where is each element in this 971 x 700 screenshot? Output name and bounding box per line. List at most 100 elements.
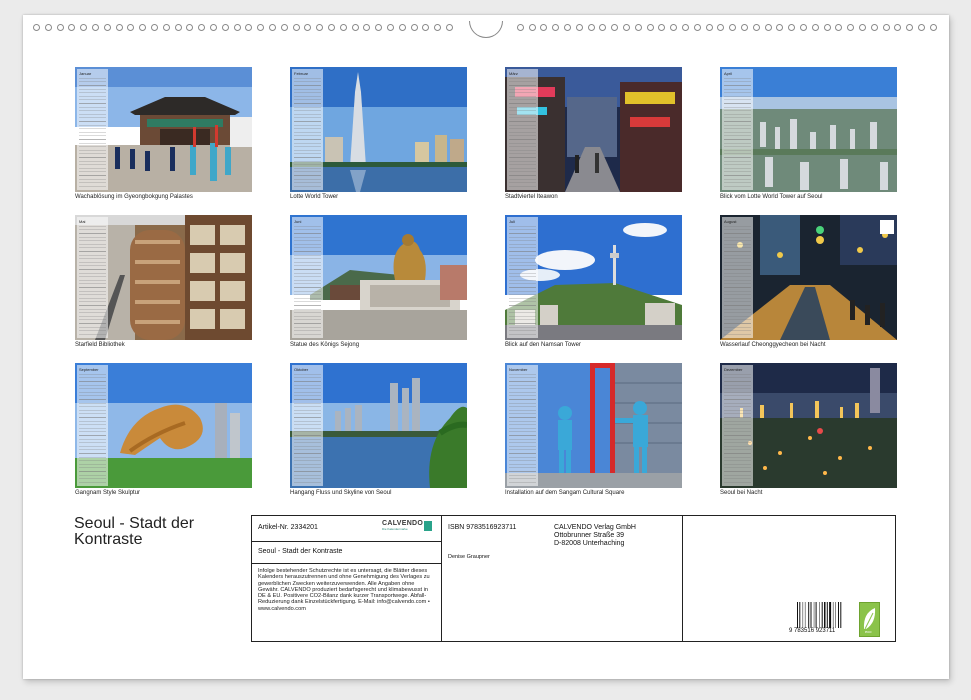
photo-caption: Installation auf dem Sangam Cultural Squ…	[505, 490, 625, 496]
month-name: März	[509, 71, 518, 76]
month-name: Februar	[294, 71, 309, 76]
month-tile-october: Oktober Hangang Fluss und Skyline von Se…	[290, 363, 467, 496]
month-photo: November	[505, 363, 682, 488]
calendar-grid: April	[722, 69, 753, 190]
binding-ring	[811, 24, 819, 31]
binding-ring	[587, 24, 595, 31]
photo-caption: Wasserlauf Cheonggyecheon bei Nacht	[720, 342, 826, 348]
month-tile-january: Januar Wachablösung im Gyeongbokgung Pal…	[75, 67, 252, 200]
binding-ring	[162, 24, 170, 31]
binding-ring	[245, 24, 253, 31]
binding-ring	[552, 24, 560, 31]
binding-ring	[186, 24, 194, 31]
calendar-grid: November	[507, 365, 538, 486]
binding-ring	[446, 24, 453, 31]
calendar-grid: Dezember	[722, 365, 753, 486]
month-photo: Juli	[505, 215, 682, 340]
binding-ring	[328, 24, 335, 31]
binding-ring	[56, 24, 64, 31]
month-name: Dezember	[724, 367, 743, 372]
barcode-bar	[813, 602, 815, 628]
month-tile-december: Dezember Seoul bei Nacht	[720, 363, 897, 496]
month-name: August	[724, 219, 737, 224]
binding-ring	[351, 24, 359, 31]
calendar-grid: Juli	[507, 217, 538, 338]
binding-ring	[221, 24, 229, 31]
barcode-bar	[832, 602, 834, 628]
article-number: Artikel-Nr. 2334201	[258, 524, 318, 531]
month-photo: April	[720, 67, 897, 192]
binding-ring	[705, 24, 713, 31]
barcode-bar	[799, 602, 801, 628]
binding-ring	[139, 24, 147, 31]
binding-ring	[292, 24, 300, 31]
binding-ring	[174, 24, 182, 31]
binding-ring	[859, 24, 866, 31]
binding-ring	[269, 24, 276, 31]
binding-ring	[764, 24, 772, 31]
calendar-back-page: Januar Wachablösung im Gyeongbokgung Pal…	[23, 15, 949, 679]
binding-ring	[800, 24, 807, 31]
binding-ring	[776, 24, 784, 31]
binding-ring	[516, 24, 524, 31]
binding-ring	[882, 24, 890, 31]
barcode-bar	[815, 602, 817, 628]
month-photo: Juni	[290, 215, 467, 340]
binding-ring	[564, 24, 571, 31]
binding-ring	[422, 24, 430, 31]
binding-ring	[575, 24, 583, 31]
binding-ring	[316, 24, 324, 31]
month-name: Mai	[79, 219, 86, 224]
binding-ring	[729, 24, 737, 31]
publisher-info-box: Artikel-Nr. 2334201 CALVENDO Die Kalende…	[251, 515, 896, 642]
binding-ring	[788, 24, 796, 31]
binding-ring	[304, 24, 312, 31]
month-photo: Dezember	[720, 363, 897, 488]
isbn: ISBN 9783516923711	[448, 524, 517, 531]
binding-ring	[823, 24, 831, 31]
photo-caption: Wachablösung im Gyeongbokgung Palastes	[75, 194, 193, 200]
month-tile-february: Februar Lotte World Tower	[290, 67, 467, 200]
author: Denise Graupner	[448, 554, 490, 560]
binding-ring	[398, 24, 406, 31]
binding-ring	[257, 24, 265, 31]
binding-ring	[929, 24, 937, 31]
barcode-bar	[810, 602, 812, 628]
eco-label: eco	[859, 602, 880, 637]
binding-ring	[717, 24, 725, 31]
binding-ring	[611, 24, 619, 31]
binding-ring	[33, 24, 40, 31]
binding-ring	[387, 24, 394, 31]
binding-ring	[44, 24, 52, 31]
binding-ring	[115, 24, 123, 31]
binding-ring	[693, 24, 701, 31]
month-photo: Mai	[75, 215, 252, 340]
calendar-subtitle: Seoul - Stadt der Kontraste	[258, 548, 343, 555]
binding-ring	[741, 24, 748, 31]
calendar-grid: Februar	[292, 69, 323, 190]
month-photo: August	[720, 215, 897, 340]
binding-ring	[80, 24, 88, 31]
month-name: November	[509, 367, 528, 372]
calendar-grid: Juni	[292, 217, 323, 338]
article-column: Artikel-Nr. 2334201 CALVENDO Die Kalende…	[252, 516, 442, 641]
binding-ring	[528, 24, 536, 31]
binding-ring	[540, 24, 548, 31]
barcode-bar	[826, 602, 828, 628]
isbn-column: ISBN 9783516923711 CALVENDO Verlag GmbH …	[442, 516, 683, 641]
barcode-bar	[808, 602, 810, 628]
month-photo: Oktober	[290, 363, 467, 488]
binding-ring	[918, 24, 925, 31]
binding-ring	[599, 24, 607, 31]
binding-ring	[151, 24, 158, 31]
month-name: Januar	[79, 71, 92, 76]
calendar-grid: Januar	[77, 69, 108, 190]
barcode-bar	[804, 602, 806, 628]
month-tile-november: November Installation auf dem Sangam Cul…	[505, 363, 682, 496]
publisher-street: Ottobrunner Straße 39	[554, 532, 625, 539]
binding-ring	[682, 24, 689, 31]
month-photo: Februar	[290, 67, 467, 192]
month-tile-august: August Wasserlauf Cheonggyecheon bei Nac…	[720, 215, 897, 348]
barcode-bar	[821, 602, 823, 628]
barcode-bar	[797, 602, 798, 628]
